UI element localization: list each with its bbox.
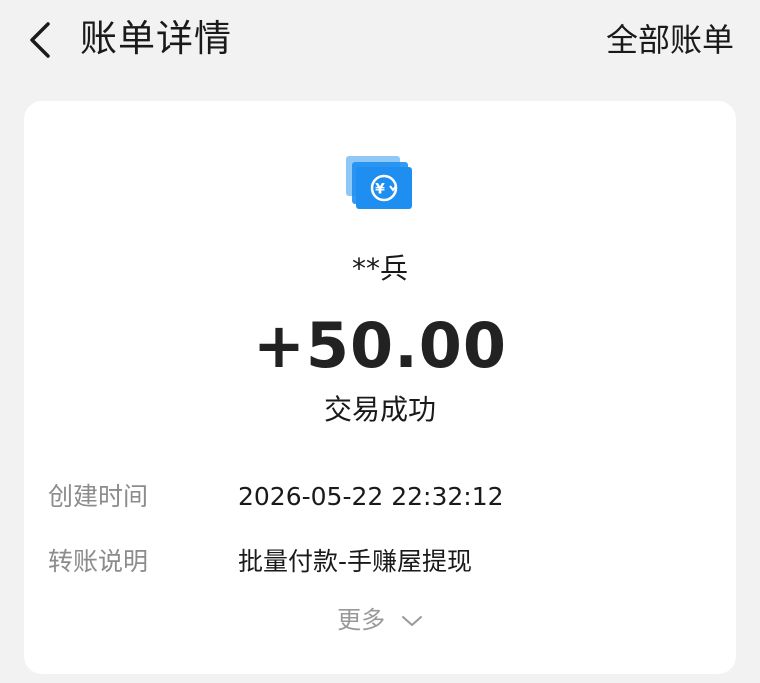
- transaction-amount: +50.00: [252, 309, 508, 382]
- bill-detail-card: ¥ **兵 +50.00 交易成功 创建时间 2026-05-22 22:32:…: [24, 101, 736, 674]
- chevron-down-icon: [401, 616, 422, 626]
- detail-value: 2026-05-22 22:32:12: [238, 482, 504, 511]
- chevron-left-icon: [30, 22, 50, 58]
- more-label: 更多: [337, 606, 386, 634]
- page-title: 账单详情: [80, 17, 232, 60]
- counterparty-name: **兵: [351, 252, 408, 285]
- top-bar: 账单详情 全部账单: [0, 0, 760, 80]
- transaction-status: 交易成功: [323, 393, 436, 426]
- more-button[interactable]: 更多: [24, 601, 736, 639]
- back-button[interactable]: [24, 20, 60, 60]
- transfer-yuan-icon: ¥: [344, 154, 416, 212]
- svg-text:¥: ¥: [375, 182, 385, 198]
- detail-row-created-time: 创建时间 2026-05-22 22:32:12: [48, 477, 708, 517]
- detail-value: 批量付款-手赚屋提现: [238, 547, 473, 576]
- detail-label: 创建时间: [48, 482, 149, 511]
- detail-row-transfer-memo: 转账说明 批量付款-手赚屋提现: [48, 542, 708, 582]
- detail-label: 转账说明: [48, 547, 149, 576]
- all-bills-link[interactable]: 全部账单: [606, 18, 734, 62]
